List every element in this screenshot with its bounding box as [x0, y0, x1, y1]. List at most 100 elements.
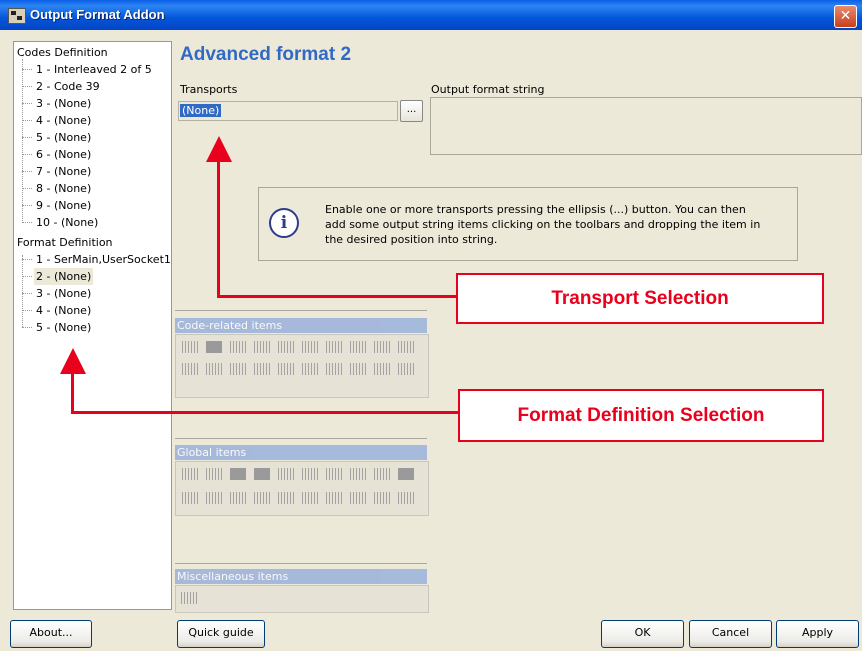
- tree-item-format-2[interactable]: 2 - (None): [21, 268, 94, 285]
- code-related-items-panel: Code-related items: [175, 310, 429, 400]
- block-icon[interactable]: [252, 466, 272, 482]
- angle-icon[interactable]: [348, 339, 368, 355]
- barcode-icon[interactable]: [180, 339, 200, 355]
- tree-item-code-5[interactable]: 5 - (None): [21, 129, 93, 146]
- transports-label: Transports: [180, 83, 238, 96]
- transports-field[interactable]: (None): [178, 101, 398, 121]
- tree-group-codes-definition[interactable]: Codes Definition: [17, 44, 108, 61]
- global-items-toolbar: [175, 461, 429, 516]
- apply-button[interactable]: Apply: [776, 620, 859, 648]
- document-bar-icon[interactable]: [228, 490, 248, 506]
- transports-ellipsis-button[interactable]: ...: [400, 100, 423, 122]
- arrow-down-icon[interactable]: [204, 361, 224, 377]
- satellite-icon[interactable]: [276, 490, 296, 506]
- barcode-small-x-icon[interactable]: [252, 361, 272, 377]
- transport-callout-line: [217, 295, 457, 298]
- person-icon[interactable]: [396, 466, 416, 482]
- sum-icon[interactable]: [252, 339, 272, 355]
- arrow-down-barcode-icon[interactable]: [228, 361, 248, 377]
- format-definition-selection-callout: Format Definition Selection: [458, 389, 824, 442]
- page-title: Advanced format 2: [180, 44, 352, 65]
- quick-guide-button[interactable]: Quick guide: [177, 620, 265, 648]
- barcode-grid-icon[interactable]: [396, 361, 416, 377]
- info-message-text: Enable one or more transports pressing t…: [325, 203, 761, 246]
- grid-icon[interactable]: [252, 490, 272, 506]
- list-x-icon[interactable]: [180, 466, 200, 482]
- barcode-hash-icon[interactable]: [372, 466, 392, 482]
- panel-separator: [175, 438, 427, 439]
- barcode-xx-icon[interactable]: [300, 361, 320, 377]
- miscellaneous-items-panel: Miscellaneous items: [175, 563, 429, 613]
- output-format-string-label: Output format string: [431, 83, 545, 96]
- barcode-box-icon[interactable]: [348, 361, 368, 377]
- barcode-table-icon[interactable]: [300, 490, 320, 506]
- info-icon: i: [269, 208, 299, 238]
- barcode-length-icon[interactable]: [180, 361, 200, 377]
- list-check-icon[interactable]: [204, 466, 224, 482]
- global-items-header: Global items: [175, 445, 427, 460]
- barcode-kx-icon[interactable]: [276, 361, 296, 377]
- barcode-up-icon[interactable]: [324, 339, 344, 355]
- panel-separator: [175, 563, 427, 564]
- output-format-addon-window: Output Format Addon ✕ Codes Definition 1…: [0, 0, 862, 651]
- info-message-box: i Enable one or more transports pressing…: [258, 187, 798, 261]
- tree-item-code-10[interactable]: 10 - (None): [21, 214, 100, 231]
- miscellaneous-items-header: Miscellaneous items: [175, 569, 427, 584]
- document-icon[interactable]: [180, 490, 200, 506]
- format-callout-line: [71, 370, 74, 414]
- tree-item-format-1[interactable]: 1 - SerMain,UserSocket1: [22, 251, 173, 268]
- app-icon: [8, 8, 26, 24]
- globe-icon[interactable]: [300, 466, 320, 482]
- tree-item-code-2[interactable]: 2 - Code 39: [22, 78, 102, 95]
- table-icon[interactable]: [324, 490, 344, 506]
- tree-item-code-1[interactable]: 1 - Interleaved 2 of 5: [22, 61, 154, 78]
- tree-group-format-definition[interactable]: Format Definition: [17, 234, 113, 251]
- barcode-min-icon[interactable]: [324, 466, 344, 482]
- block-icon[interactable]: [228, 466, 248, 482]
- window-title: Output Format Addon: [30, 7, 165, 22]
- tree-item-code-3[interactable]: 3 - (None): [21, 95, 93, 112]
- texture-icon[interactable]: [179, 590, 199, 606]
- barcode-x-icon[interactable]: [300, 339, 320, 355]
- scanner-icon[interactable]: [324, 361, 344, 377]
- panel-separator: [175, 310, 427, 311]
- close-icon[interactable]: ✕: [834, 5, 857, 28]
- merge-icon[interactable]: [276, 339, 296, 355]
- tree-line: [22, 59, 23, 221]
- miscellaneous-items-toolbar: [175, 585, 429, 613]
- cancel-button[interactable]: Cancel: [689, 620, 772, 648]
- format-arrow-head: [60, 348, 86, 374]
- tree-item-code-7[interactable]: 7 - (None): [21, 163, 93, 180]
- table-alt-icon[interactable]: [372, 490, 392, 506]
- ok-button[interactable]: OK: [601, 620, 684, 648]
- block-icon[interactable]: [204, 339, 224, 355]
- id-barcode-icon[interactable]: [372, 339, 392, 355]
- output-format-string-field[interactable]: [430, 97, 862, 155]
- transport-callout-line: [217, 158, 220, 298]
- tree-item-format-3[interactable]: 3 - (None): [21, 285, 93, 302]
- barcode-half-icon[interactable]: [372, 361, 392, 377]
- bracket-icon[interactable]: [396, 490, 416, 506]
- format-callout-line: [71, 411, 459, 414]
- transport-arrow-head: [206, 136, 232, 162]
- global-items-panel: Global items: [175, 438, 429, 518]
- tree-item-code-4[interactable]: 4 - (None): [21, 112, 93, 129]
- definition-tree[interactable]: Codes Definition 1 - Interleaved 2 of 5 …: [13, 41, 172, 610]
- gear-icon[interactable]: [276, 466, 296, 482]
- code-related-items-toolbar: [175, 334, 429, 398]
- code-related-items-header: Code-related items: [175, 318, 427, 333]
- tree-item-code-6[interactable]: 6 - (None): [21, 146, 93, 163]
- tree-item-code-9[interactable]: 9 - (None): [21, 197, 93, 214]
- tree-item-format-4[interactable]: 4 - (None): [21, 302, 93, 319]
- about-button[interactable]: About...: [10, 620, 92, 648]
- tree-item-format-5[interactable]: 5 - (None): [21, 319, 93, 336]
- width-barcode-icon[interactable]: [396, 339, 416, 355]
- barcode-stack-icon[interactable]: [228, 339, 248, 355]
- transport-selection-callout: Transport Selection: [456, 273, 824, 324]
- title-bar[interactable]: Output Format Addon ✕: [0, 0, 862, 30]
- document-alt-icon[interactable]: [204, 490, 224, 506]
- tree-line: [22, 255, 23, 327]
- barcode-table-alt-icon[interactable]: [348, 490, 368, 506]
- barcode-max-icon[interactable]: [348, 466, 368, 482]
- tree-item-code-8[interactable]: 8 - (None): [21, 180, 93, 197]
